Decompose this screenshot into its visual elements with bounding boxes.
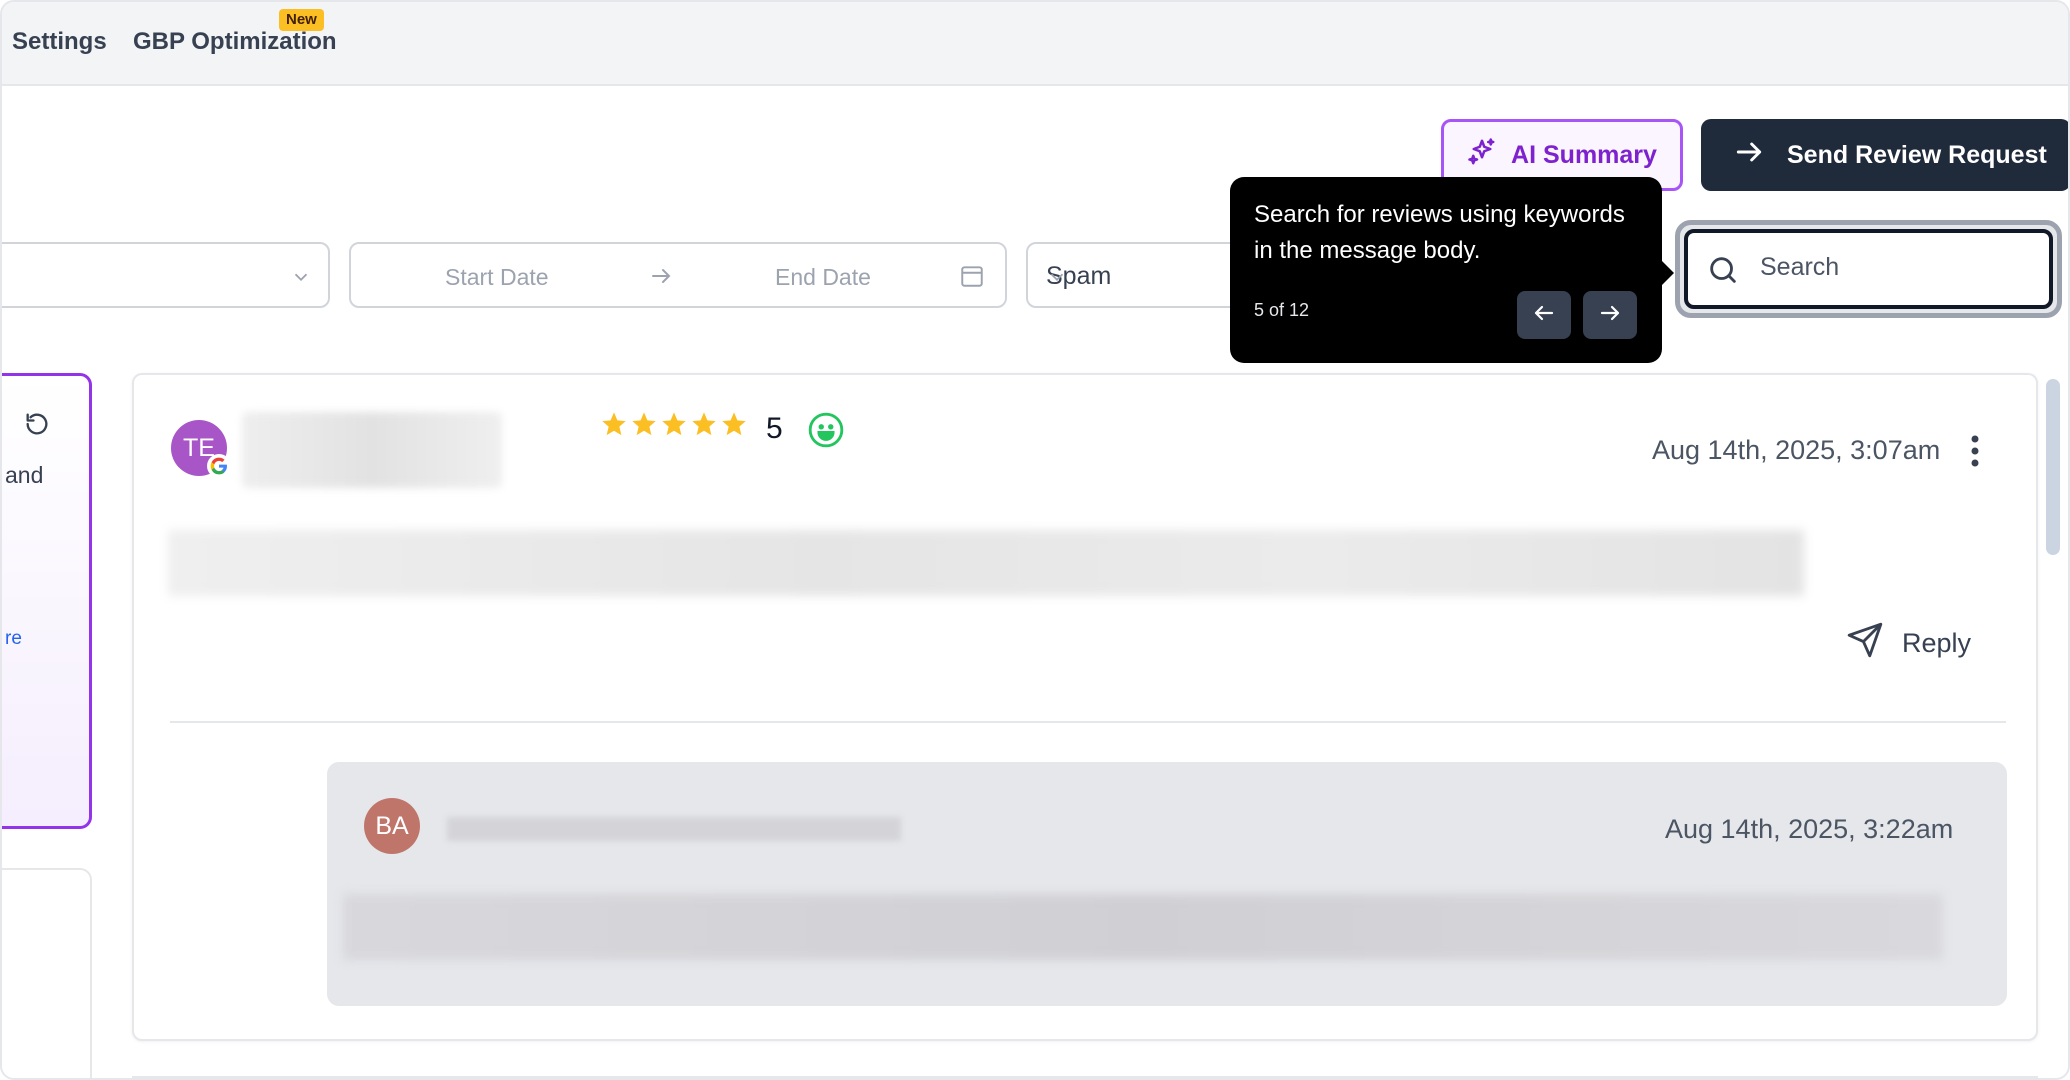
onboarding-tooltip: Search for reviews using keywords in the…: [1230, 177, 1674, 363]
left-card-secondary: [2, 868, 92, 1078]
scrollbar[interactable]: [2042, 373, 2064, 1078]
search-highlight: [1675, 220, 2062, 318]
arrow-right-icon: [1598, 301, 1622, 330]
arrow-right-icon: [1733, 136, 1765, 175]
star-rating: [600, 410, 748, 438]
reply-button[interactable]: Reply: [1846, 621, 1971, 666]
send-review-request-button[interactable]: Send Review Request: [1701, 119, 2068, 191]
end-date-input[interactable]: End Date: [775, 264, 871, 291]
arrow-left-icon: [1532, 301, 1556, 330]
smile-icon: [807, 411, 845, 454]
tooltip-step-count: 5 of 12: [1254, 300, 1310, 320]
review-text-redacted: [168, 530, 1804, 596]
search-icon: [1706, 253, 1740, 292]
left-summary-card: and re: [2, 373, 92, 829]
chevron-down-icon: [1046, 266, 1228, 295]
tooltip-text: Search for reviews using keywords in the…: [1254, 201, 1625, 264]
tooltip-arrow: [1662, 261, 1674, 285]
review-card: TE 5 Aug 14th, 2025, 3:07am Reply BA Aug…: [132, 373, 2038, 1041]
response-text-redacted: [343, 894, 1943, 960]
google-icon: [207, 454, 231, 478]
star-icon: [692, 412, 716, 436]
response-date: Aug 14th, 2025, 3:22am: [1665, 814, 1954, 844]
start-date-input[interactable]: Start Date: [445, 264, 549, 291]
tooltip-prev-button[interactable]: [1517, 291, 1571, 339]
star-icon: [602, 412, 626, 436]
nav-gbp-optimization[interactable]: GBP Optimization: [133, 28, 337, 56]
responder-name-redacted: [447, 817, 901, 841]
chevron-down-icon: [290, 266, 312, 293]
date-range-picker[interactable]: Start Date End Date: [349, 242, 1007, 308]
tooltip-next-button[interactable]: [1583, 291, 1637, 339]
left-card-text: and: [5, 462, 44, 488]
left-card-link[interactable]: re: [5, 628, 22, 650]
search-box[interactable]: [1684, 229, 2053, 309]
divider: [170, 721, 2006, 723]
star-icon: [662, 412, 686, 436]
owner-response: BA Aug 14th, 2025, 3:22am: [327, 762, 2007, 1006]
rating-number: 5: [766, 412, 783, 445]
star-icon: [632, 412, 656, 436]
calendar-icon: [959, 263, 985, 294]
next-review-card: [132, 1076, 2038, 1078]
send-icon: [1846, 621, 1884, 666]
reply-label: Reply: [1902, 628, 1972, 658]
app-frame: Settings GBP Optimization New AI Summary…: [0, 0, 2070, 1080]
new-badge: New: [279, 9, 324, 31]
more-options-icon[interactable]: [1970, 433, 1980, 474]
star-icon: [722, 412, 746, 436]
scrollbar-thumb[interactable]: [2046, 379, 2060, 555]
ai-summary-label: AI Summary: [1511, 140, 1657, 169]
spam-filter-select[interactable]: Spam: [1026, 242, 1246, 308]
responder-avatar: BA: [364, 798, 420, 854]
reviewer-name-redacted: [242, 412, 502, 488]
review-date: Aug 14th, 2025, 3:07am: [1652, 435, 1941, 465]
arrow-right-icon: [649, 264, 673, 293]
search-input[interactable]: [1760, 247, 2020, 287]
nav-settings[interactable]: Settings: [12, 28, 107, 56]
send-review-request-label: Send Review Request: [1787, 140, 2047, 169]
sparkle-icon: [1467, 137, 1497, 174]
top-nav: Settings GBP Optimization New: [2, 2, 2068, 86]
refresh-icon[interactable]: [23, 410, 51, 443]
location-select[interactable]: [2, 242, 330, 308]
